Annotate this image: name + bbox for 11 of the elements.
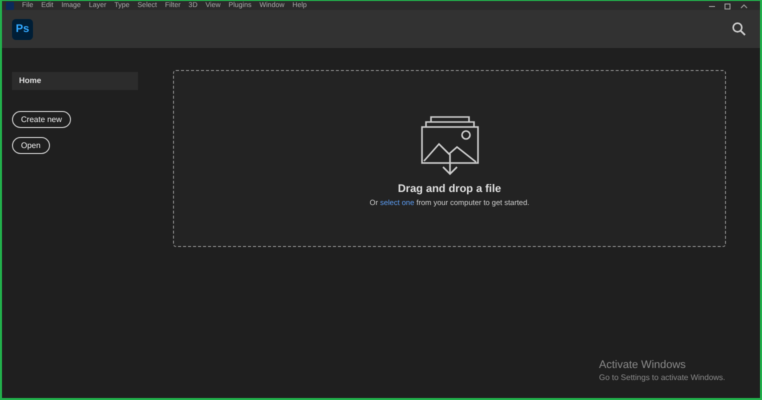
app-icon <box>6 2 14 10</box>
search-icon[interactable] <box>732 22 746 36</box>
drop-title: Drag and drop a file <box>398 183 502 195</box>
activation-message: Go to Settings to activate Windows. <box>599 373 726 382</box>
image-upload-icon <box>420 116 478 176</box>
restore-icon[interactable] <box>724 2 732 10</box>
activation-title: Activate Windows <box>599 359 687 371</box>
open-button[interactable]: Open <box>12 137 50 154</box>
create-new-button[interactable]: Create new <box>12 111 71 128</box>
sidebar-item[interactable]: Home <box>12 72 138 90</box>
app-logo[interactable]: Ps <box>12 18 33 40</box>
